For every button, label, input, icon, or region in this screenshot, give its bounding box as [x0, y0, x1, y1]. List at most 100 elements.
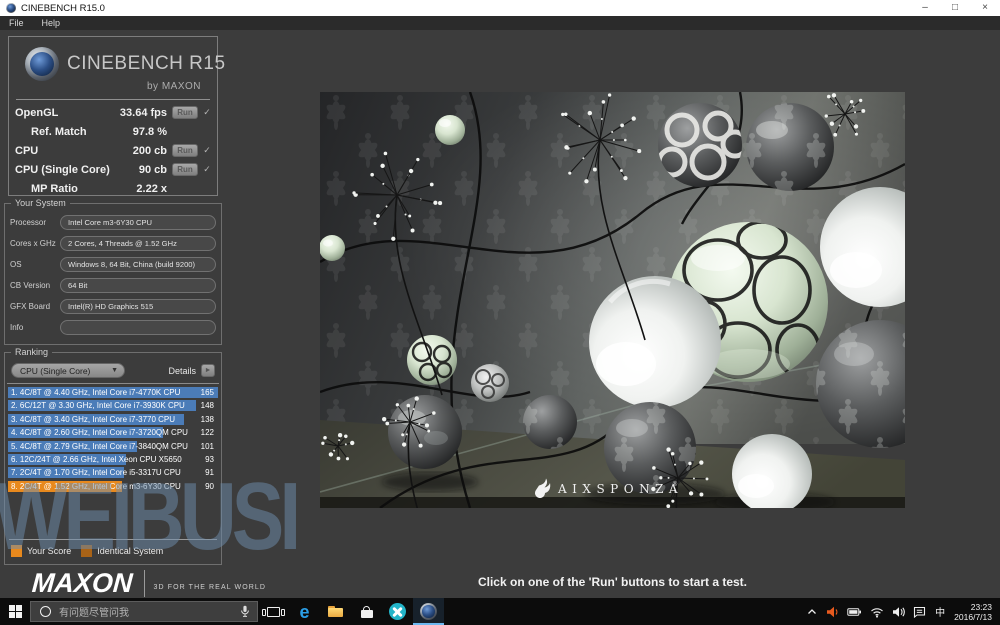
minimize-button[interactable]: – [910, 0, 940, 16]
run-button[interactable]: Run [172, 106, 198, 119]
clock-time: 23:23 [970, 601, 992, 612]
system-field-label: GFX Board [10, 302, 51, 311]
ranking-title: Ranking [11, 347, 53, 357]
system-tray: 中 23:23 2016/7/13 [802, 602, 1000, 622]
maxon-wordmark: MAXON [30, 568, 134, 598]
ranking-row: 4. 4C/8T @ 2.60 GHz, Intel Core i7-3720Q… [8, 427, 218, 439]
media-app-button[interactable] [382, 598, 413, 625]
ranking-group: Ranking CPU (Single Core) ▼ Details ► 1.… [4, 347, 222, 565]
taskbar-clock[interactable]: 23:23 2016/7/13 [954, 602, 992, 622]
ranking-row: 3. 4C/8T @ 3.40 GHz, Intel Core i7-3770 … [8, 413, 218, 425]
ranking-row-label: 4. 4C/8T @ 2.60 GHz, Intel Core i7-3720Q… [11, 428, 188, 438]
cinebench-taskbar-button[interactable] [413, 598, 444, 625]
task-view-button[interactable] [258, 598, 289, 625]
ranking-row-score: 148 [200, 401, 214, 411]
search-input[interactable]: 有问题尽管问我 [30, 601, 258, 622]
ranking-row: 1. 4C/8T @ 4.40 GHz, Intel Core i7-4770K… [8, 387, 218, 398]
result-row: MP Ratio 2.22 x [15, 179, 213, 198]
registered-mark: ® [672, 481, 678, 488]
task-view-icon [262, 606, 285, 617]
result-value: 200 cb [132, 144, 167, 157]
ranking-row-label: 6. 12C/24T @ 2.66 GHz, Intel Xeon CPU X5… [11, 454, 182, 464]
system-field-value[interactable]: 2 Cores, 4 Threads @ 1.52 GHz [60, 236, 216, 251]
close-button[interactable]: × [970, 0, 1000, 16]
result-label: MP Ratio [31, 182, 78, 195]
pinwheel-app-icon [389, 603, 406, 620]
menu-help[interactable]: Help [33, 18, 70, 28]
legend-item: Your Score [11, 545, 71, 557]
system-field-value[interactable]: Intel(R) HD Graphics 515 [60, 299, 216, 314]
app-logo-title: CINEBENCH R15 [67, 53, 226, 74]
result-row: Ref. Match 97.8 % [15, 122, 213, 141]
details-button[interactable]: ► [201, 364, 215, 377]
system-field-value[interactable]: Intel Core m3-6Y30 CPU [60, 215, 216, 230]
edge-icon: e [299, 601, 310, 622]
legend-color-swatch [81, 545, 93, 557]
ranking-filter-value: CPU (Single Core) [20, 365, 91, 376]
cinebench-window-icon [6, 3, 16, 13]
legend-label: Your Score [27, 546, 72, 556]
ranking-row-score: 93 [205, 454, 214, 464]
wifi-icon[interactable] [870, 606, 884, 618]
audio-app-icon[interactable] [826, 606, 839, 618]
divider [143, 570, 145, 597]
ranking-row: 5. 4C/8T @ 2.79 GHz, Intel Core i7-3840Q… [8, 440, 218, 452]
result-value: 90 cb [138, 163, 167, 176]
windows-store-button[interactable] [351, 598, 382, 625]
system-field-value[interactable]: 64 Bit [60, 278, 216, 293]
ranking-row-score: 122 [200, 428, 214, 438]
result-value: 33.64 fps [119, 106, 167, 119]
ranking-row: 8. 2C/4T @ 1.52 GHz, Intel Core m3-6Y30 … [8, 480, 218, 492]
system-field-row: OS Windows 8, 64 Bit, China (build 9200) [5, 254, 221, 275]
aixsponza-logo: AIXSPONZA ® [535, 478, 678, 498]
system-field-row: Processor Intel Core m3-6Y30 CPU [5, 212, 221, 233]
run-slot: Run [172, 144, 201, 157]
run-slot: Run [172, 106, 201, 119]
ranking-row: 7. 2C/4T @ 1.70 GHz, Intel Core i5-3317U… [8, 467, 218, 479]
system-field-value[interactable]: Windows 8, 64 Bit, China (build 9200) [60, 257, 216, 272]
ranking-row-label: 1. 4C/8T @ 4.40 GHz, Intel Core i7-4770K… [11, 388, 181, 397]
divider [7, 383, 219, 384]
run-button[interactable]: Run [172, 144, 198, 157]
maximize-button[interactable]: □ [940, 0, 970, 16]
system-field-label: CB Version [10, 281, 51, 290]
result-value: 97.8 % [132, 125, 167, 138]
cinebench-logo-icon [25, 47, 59, 81]
render-preview: AIXSPONZA ® [319, 91, 944, 625]
windows-logo-icon [8, 605, 22, 618]
ranking-filter-dropdown[interactable]: CPU (Single Core) ▼ [11, 363, 125, 378]
your-system-group: Your System Processor Intel Core m3-6Y30 … [4, 198, 222, 345]
screen: CINEBENCH R15.0 – □ × File Help CINEBENC… [0, 0, 1000, 625]
system-fields: Processor Intel Core m3-6Y30 CPU Cores x G… [5, 204, 221, 338]
menu-file[interactable]: File [0, 18, 33, 28]
battery-icon[interactable] [847, 606, 862, 618]
maxon-tagline: 3D FOR THE REAL WORLD [153, 584, 267, 591]
chevron-up-icon[interactable] [806, 606, 818, 618]
microphone-icon [241, 605, 249, 617]
file-explorer-button[interactable] [320, 598, 351, 625]
ranking-row-label: 8. 2C/4T @ 1.52 GHz, Intel Core m3-6Y30 … [11, 481, 181, 491]
run-button[interactable]: Run [172, 163, 198, 176]
results-rows: OpenGL 33.64 fps Run ✓ Ref. Match 97.8 % CPU 20… [15, 103, 213, 198]
action-center-icon[interactable] [913, 606, 926, 618]
system-field-label: OS [10, 260, 22, 269]
system-field-row: CB Version 64 Bit [5, 275, 221, 296]
app-logo-subtitle: by MAXON [146, 81, 201, 92]
menu-bar: File Help [0, 16, 1000, 30]
start-button[interactable] [0, 598, 30, 625]
clock-date: 2016/7/13 [954, 611, 992, 622]
shopping-bag-icon [360, 605, 373, 618]
system-field-value[interactable] [60, 320, 216, 335]
maxon-logo: MAXON 3D FOR THE REAL WORLD [30, 568, 267, 599]
legend-color-swatch [11, 545, 22, 557]
edge-browser-button[interactable]: e [289, 598, 320, 625]
ranking-row-label: 2. 6C/12T @ 3.30 GHz, Intel Core i7-3930… [11, 401, 185, 411]
ime-indicator[interactable]: 中 [935, 604, 945, 619]
volume-icon[interactable] [892, 606, 905, 618]
render-scene: AIXSPONZA ® [319, 91, 944, 625]
system-field-row: GFX Board Intel(R) HD Graphics 515 [5, 296, 221, 317]
cortana-icon [40, 606, 51, 617]
search-text: 有问题尽管问我 [59, 608, 129, 619]
chevron-down-icon: ▼ [111, 367, 118, 374]
result-label: OpenGL [15, 106, 59, 119]
